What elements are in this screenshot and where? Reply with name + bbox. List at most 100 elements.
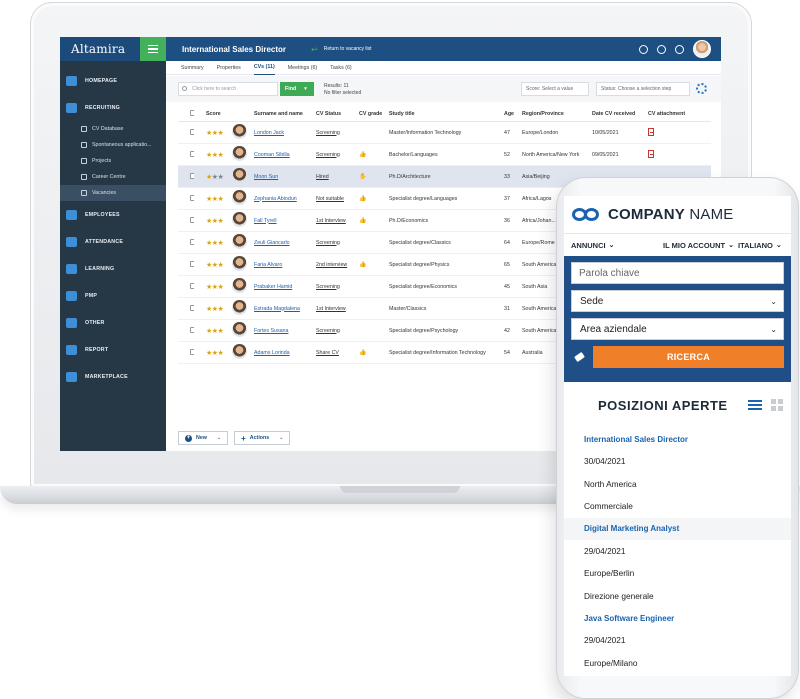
star-rating-icon[interactable]: ★★★ xyxy=(206,283,232,291)
row-checkbox[interactable] xyxy=(178,282,194,291)
job-card[interactable]: Digital Marketing Analyst 29/04/2021 Europ… xyxy=(564,517,791,607)
job-card[interactable]: International Sales Director 30/04/2021 No… xyxy=(564,428,791,518)
candidate-name-link[interactable]: Prabaker Hamid xyxy=(254,284,316,290)
clock-icon[interactable] xyxy=(657,44,666,54)
keyword-input[interactable]: Parola chiave xyxy=(571,262,784,284)
menu-toggle-button[interactable] xyxy=(140,37,166,61)
sidebar-subitem-cv-database[interactable]: CV Database xyxy=(60,121,166,137)
sidebar-item-employees[interactable]: EMPLOYEES xyxy=(60,201,166,228)
sidebar-item-homepage[interactable]: HOMEPAGE xyxy=(60,67,166,94)
search-input[interactable]: Click here to search xyxy=(178,82,278,96)
cv-status-link[interactable]: 1st Interview xyxy=(316,306,359,312)
pdf-icon[interactable] xyxy=(648,149,654,158)
sidebar-item-pmp[interactable]: PMP xyxy=(60,282,166,309)
table-row[interactable]: ★★★ London Jack Screening Master/Informatio… xyxy=(178,122,711,144)
sidebar-subitem-career-centre[interactable]: Career Centre xyxy=(60,169,166,185)
nav-language[interactable]: ITALIANO ⌄ xyxy=(738,241,782,250)
tab-properties[interactable]: Properties xyxy=(217,61,241,75)
cv-status-link[interactable]: Not suitable xyxy=(316,196,359,202)
col-age[interactable]: Age xyxy=(504,111,522,117)
star-rating-icon[interactable]: ★★★ xyxy=(206,327,232,335)
sidebar-item-report[interactable]: REPORT xyxy=(60,336,166,363)
row-checkbox[interactable] xyxy=(178,238,194,247)
job-title[interactable]: Digital Marketing Analyst xyxy=(584,518,785,540)
sede-select[interactable]: Sede ⌄ xyxy=(571,290,784,312)
star-rating-icon[interactable]: ★★★ xyxy=(206,305,232,313)
star-rating-icon[interactable]: ★★★ xyxy=(206,261,232,269)
row-checkbox[interactable] xyxy=(178,260,194,269)
attachment[interactable] xyxy=(648,127,668,138)
row-checkbox[interactable] xyxy=(178,304,194,313)
star-rating-icon[interactable]: ★★★ xyxy=(206,151,232,159)
select-all-checkbox[interactable] xyxy=(178,109,194,118)
eraser-icon[interactable] xyxy=(571,351,587,363)
sidebar-subitem-spontaneous[interactable]: Spontaneous applicatio... xyxy=(60,137,166,153)
pdf-icon[interactable] xyxy=(648,127,654,136)
row-checkbox[interactable] xyxy=(178,348,194,357)
col-attachment[interactable]: CV attachment xyxy=(648,111,685,117)
candidate-name-link[interactable]: Adams Lorinda xyxy=(254,350,316,356)
tab-cvs[interactable]: CVs (11) xyxy=(253,61,275,75)
sidebar-subitem-projects[interactable]: Projects xyxy=(60,153,166,169)
candidate-name-link[interactable]: Fortes Susana xyxy=(254,328,316,334)
cv-status-link[interactable]: Screening xyxy=(316,328,359,334)
candidate-name-link[interactable]: Cooman Sibilla xyxy=(254,152,316,158)
sidebar-item-learning[interactable]: LEARNING xyxy=(60,255,166,282)
row-checkbox[interactable] xyxy=(178,194,194,203)
candidate-name-link[interactable]: Faria Alvaro xyxy=(254,262,316,268)
row-checkbox[interactable] xyxy=(178,128,194,137)
star-rating-icon[interactable]: ★★★ xyxy=(206,129,232,137)
col-grade[interactable]: CV grade xyxy=(359,111,389,117)
nav-account[interactable]: IL MIO ACCOUNT ⌄ xyxy=(663,241,738,250)
cv-status-link[interactable]: Hired xyxy=(316,174,359,180)
score-select[interactable]: Score: Select a value xyxy=(521,82,589,96)
status-select[interactable]: Status: Choose a selection step xyxy=(596,82,690,96)
back-link[interactable]: ↩ Return to vacancy list xyxy=(311,45,372,54)
cv-status-link[interactable]: Screening xyxy=(316,284,359,290)
help-icon[interactable] xyxy=(675,44,684,54)
cv-status-link[interactable]: Share CV xyxy=(316,350,359,356)
candidate-name-link[interactable]: London Jack xyxy=(254,130,316,136)
find-button[interactable]: Find ▾ xyxy=(280,82,314,96)
col-region[interactable]: Region/Province xyxy=(522,111,592,117)
cv-status-link[interactable]: 1st Interview xyxy=(316,218,359,224)
col-score[interactable]: Score xyxy=(206,111,254,117)
star-rating-icon[interactable]: ★★★ xyxy=(206,173,232,181)
tab-meetings[interactable]: Meetings (6) xyxy=(288,61,317,75)
row-checkbox[interactable] xyxy=(178,216,194,225)
user-avatar[interactable] xyxy=(693,40,711,58)
sidebar-item-attendance[interactable]: ATTENDANCE xyxy=(60,228,166,255)
cv-status-link[interactable]: 2nd interview xyxy=(316,262,359,268)
job-card[interactable]: Java Software Engineer 29/04/2021 Europe/M… xyxy=(564,607,791,674)
col-status[interactable]: CV Status xyxy=(316,111,359,117)
table-row[interactable]: ★★★ Cooman Sibilla Screening 👍 Bachelor/Lang… xyxy=(178,144,711,166)
tab-tasks[interactable]: Tasks (6) xyxy=(330,61,352,75)
col-study[interactable]: Study title xyxy=(389,111,504,117)
cv-status-link[interactable]: Screening xyxy=(316,130,359,136)
job-title[interactable]: International Sales Director xyxy=(584,428,785,450)
star-rating-icon[interactable]: ★★★ xyxy=(206,195,232,203)
new-button[interactable]: + New ⌄ xyxy=(178,431,229,445)
sidebar-item-recruiting[interactable]: RECRUITING xyxy=(60,94,166,121)
sidebar-subitem-vacancies[interactable]: Vacancies xyxy=(60,185,166,201)
tab-summary[interactable]: Summary xyxy=(181,61,204,75)
actions-button[interactable]: + Actions ⌄ xyxy=(234,431,291,445)
row-checkbox[interactable] xyxy=(178,150,194,159)
star-rating-icon[interactable]: ★★★ xyxy=(206,349,232,357)
candidate-name-link[interactable]: Zephania Abiodun xyxy=(254,196,316,202)
cv-status-link[interactable]: Screening xyxy=(316,240,359,246)
settings-icon[interactable] xyxy=(639,44,648,54)
row-checkbox[interactable] xyxy=(178,172,194,181)
nav-annunci[interactable]: ANNUNCI ⌄ xyxy=(571,241,663,250)
attachment[interactable] xyxy=(648,149,668,160)
sidebar-item-other[interactable]: OTHER xyxy=(60,309,166,336)
area-select[interactable]: Area aziendale ⌄ xyxy=(571,318,784,340)
candidate-name-link[interactable]: Moon Sun xyxy=(254,174,316,180)
job-title[interactable]: Java Software Engineer xyxy=(584,607,785,629)
row-checkbox[interactable] xyxy=(178,326,194,335)
star-rating-icon[interactable]: ★★★ xyxy=(206,217,232,225)
grid-view-icon[interactable] xyxy=(771,399,783,411)
table-settings-icon[interactable] xyxy=(696,83,707,94)
candidate-name-link[interactable]: Zeuli Giancarlo xyxy=(254,240,316,246)
candidate-name-link[interactable]: Estrada Magdalena xyxy=(254,306,316,312)
